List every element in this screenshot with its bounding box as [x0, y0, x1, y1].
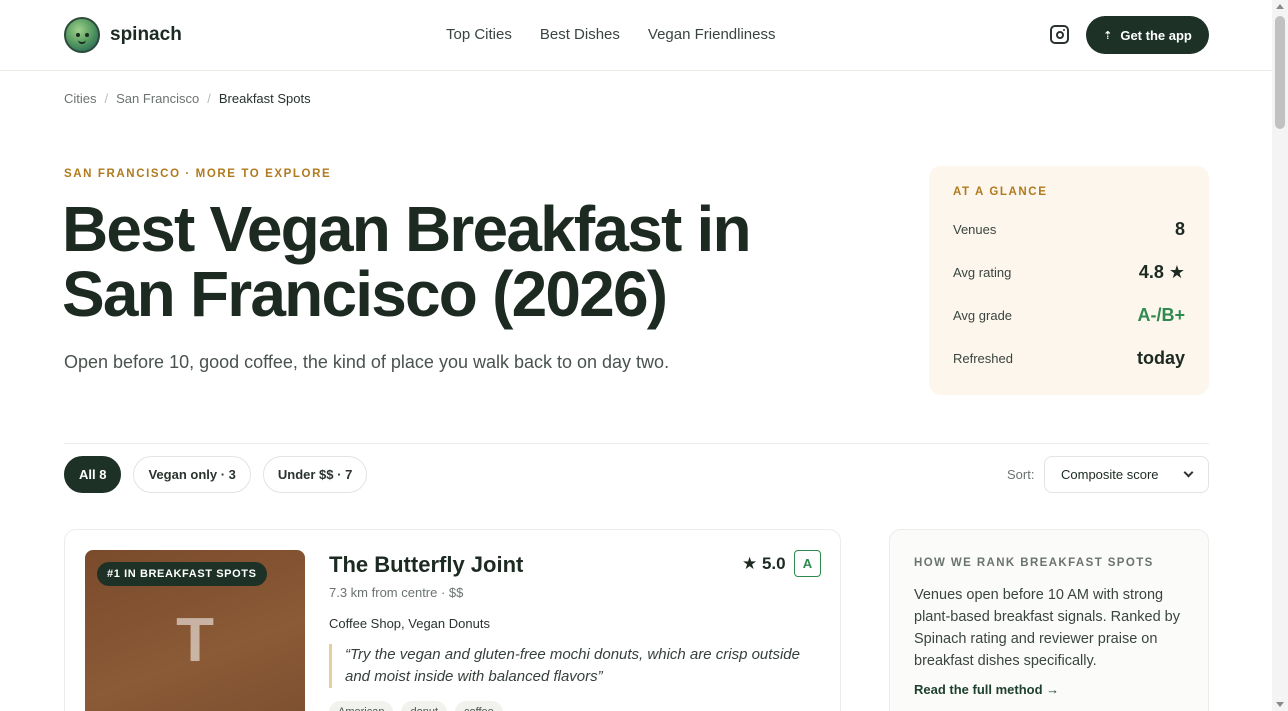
filter-chip-under-price[interactable]: Under $$ · 7	[262, 456, 368, 493]
nav-item-vegan-friendliness[interactable]: Vegan Friendliness	[648, 26, 776, 43]
page-subtitle: Open before 10, good coffee, the kind of…	[64, 352, 670, 372]
glance-row-avg-grade: Avg grade A-/B+	[953, 294, 1185, 337]
glance-value: 4.8 ★	[1138, 262, 1185, 282]
venue-tag: coffee	[455, 701, 503, 711]
spinach-logo-icon	[64, 17, 100, 53]
breadcrumb: Cities / San Francisco / Breakfast Spots	[64, 91, 311, 106]
venue-tag: donut	[401, 701, 447, 711]
venue-card[interactable]: #1 IN BREAKFAST SPOTS T The Butterfly Jo…	[64, 529, 841, 711]
glance-row-avg-rating: Avg rating 4.8 ★	[953, 251, 1185, 294]
glance-value: A-/B+	[1137, 305, 1185, 325]
instagram-icon[interactable]	[1050, 25, 1069, 44]
venue-grade-badge: A	[794, 550, 821, 577]
rank-badge: #1 IN BREAKFAST SPOTS	[97, 562, 267, 586]
glance-row-refreshed: Refreshed today	[953, 337, 1185, 380]
glance-value: today	[1136, 348, 1185, 368]
glance-label: Refreshed	[953, 351, 1013, 366]
filter-chip-vegan-only[interactable]: Vegan only · 3	[133, 456, 251, 493]
top-navigation-bar: spinach Top Cities Best Dishes Vegan Fri…	[0, 0, 1272, 71]
venue-thumbnail[interactable]: #1 IN BREAKFAST SPOTS T	[85, 550, 305, 711]
scroll-down-arrow-icon[interactable]	[1276, 702, 1284, 707]
breadcrumb-current: Breakfast Spots	[218, 91, 311, 106]
venue-name[interactable]: The Butterfly Joint	[329, 552, 523, 578]
chevron-down-icon	[1183, 467, 1194, 478]
filter-chips: All 8 Vegan only · 3 Under $$ · 7	[64, 456, 368, 493]
venue-tag: American	[329, 701, 394, 711]
glance-value: 8	[1174, 219, 1185, 239]
read-full-method-link[interactable]: Read the full method →	[914, 682, 1184, 697]
sort-select[interactable]: Composite score	[1044, 456, 1209, 493]
breadcrumb-san-francisco[interactable]: San Francisco	[116, 91, 199, 106]
page-title-line-1: Best Vegan Breakfast in	[62, 193, 752, 265]
glance-row-venues: Venues 8	[953, 208, 1185, 251]
brand-logo[interactable]: spinach	[64, 17, 182, 53]
venue-meta: 7.3 km from centre · $$	[329, 585, 464, 600]
method-description: Venues open before 10 AM with strong pla…	[914, 587, 1180, 669]
venue-categories: Coffee Shop, Vegan Donuts	[329, 616, 490, 631]
get-the-app-button[interactable]: ⇡ Get the app	[1086, 16, 1209, 54]
nav-item-best-dishes[interactable]: Best Dishes	[540, 26, 620, 43]
brand-name: spinach	[110, 24, 182, 45]
breadcrumb-separator: /	[207, 91, 211, 106]
venue-rating: ★ 5.0	[742, 554, 786, 573]
glance-title: AT A GLANCE	[953, 186, 1048, 198]
breadcrumb-cities[interactable]: Cities	[64, 91, 97, 106]
venue-review-quote: “Try the vegan and gluten-free mochi don…	[329, 644, 819, 688]
page-title-line-2: San Francisco (2026)	[62, 258, 668, 330]
venue-tags: American donut coffee	[329, 701, 503, 711]
method-title: HOW WE RANK BREAKFAST SPOTS	[914, 557, 1154, 569]
sort-label: Sort:	[1007, 467, 1035, 482]
ranking-method-panel: HOW WE RANK BREAKFAST SPOTS Venues open …	[889, 529, 1209, 711]
venue-thumbnail-letter: T	[176, 606, 214, 675]
breadcrumb-separator: /	[104, 91, 109, 106]
hero-eyebrow: SAN FRANCISCO · MORE TO EXPLORE	[64, 168, 332, 180]
upload-icon: ⇡	[1103, 29, 1113, 42]
scroll-up-arrow-icon[interactable]	[1276, 4, 1284, 9]
glance-label: Avg rating	[953, 265, 1012, 280]
glance-label: Avg grade	[953, 308, 1013, 323]
page-scrollbar[interactable]	[1272, 0, 1288, 711]
at-a-glance-panel: AT A GLANCE Venues 8 Avg rating 4.8 ★ Av…	[929, 166, 1209, 395]
sort-selected-value: Composite score	[1061, 467, 1159, 482]
section-divider	[64, 443, 1209, 444]
glance-label: Venues	[953, 222, 997, 237]
scrollbar-thumb[interactable]	[1275, 16, 1285, 129]
filter-chip-all[interactable]: All 8	[64, 456, 122, 493]
get-the-app-label: Get the app	[1120, 27, 1192, 43]
page-title: Best Vegan Breakfast in San Francisco (2…	[62, 197, 822, 327]
main-nav: Top Cities Best Dishes Vegan Friendlines…	[446, 26, 776, 43]
nav-item-top-cities[interactable]: Top Cities	[446, 26, 512, 43]
